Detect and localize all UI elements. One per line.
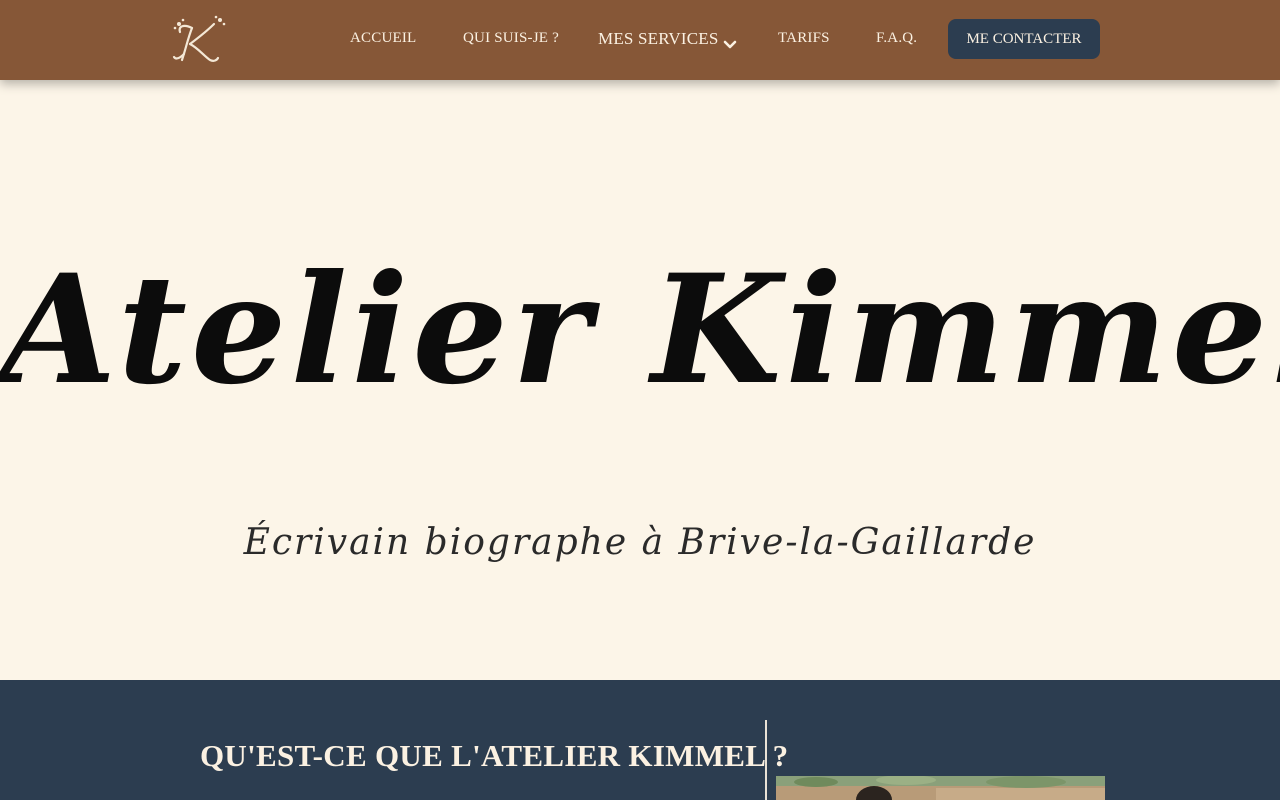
nav-qui-suis-je[interactable]: QUI SUIS-JE ?	[463, 30, 559, 47]
about-section: QU'EST-CE QUE L'ATELIER KIMMEL ?	[0, 680, 1280, 800]
chevron-down-icon	[723, 35, 737, 49]
nav-accueil[interactable]: ACCUEIL	[350, 30, 416, 47]
hero-subtitle: Écrivain biographe à Brive-la-Gaillarde	[243, 522, 1037, 563]
vertical-divider	[765, 720, 767, 800]
nav-tarifs[interactable]: TARIFS	[778, 30, 830, 47]
monogram-k-logo[interactable]	[170, 14, 230, 66]
hero-section: Atelier Kimmel Écrivain biographe à Briv…	[0, 80, 1280, 680]
nav-faq[interactable]: F.A.Q.	[876, 30, 917, 47]
nav-mes-services[interactable]: MES SERVICES	[598, 29, 737, 49]
site-header: ACCUEIL QUI SUIS-JE ? MES SERVICES TARIF…	[0, 0, 1280, 80]
contact-button[interactable]: ME CONTACTER	[948, 19, 1100, 59]
nav-mes-services-label: MES SERVICES	[598, 29, 719, 48]
hero-title: Atelier Kimmel	[0, 242, 1280, 418]
portrait-photo	[776, 776, 1105, 800]
about-title: QU'EST-CE QUE L'ATELIER KIMMEL ?	[200, 738, 789, 773]
